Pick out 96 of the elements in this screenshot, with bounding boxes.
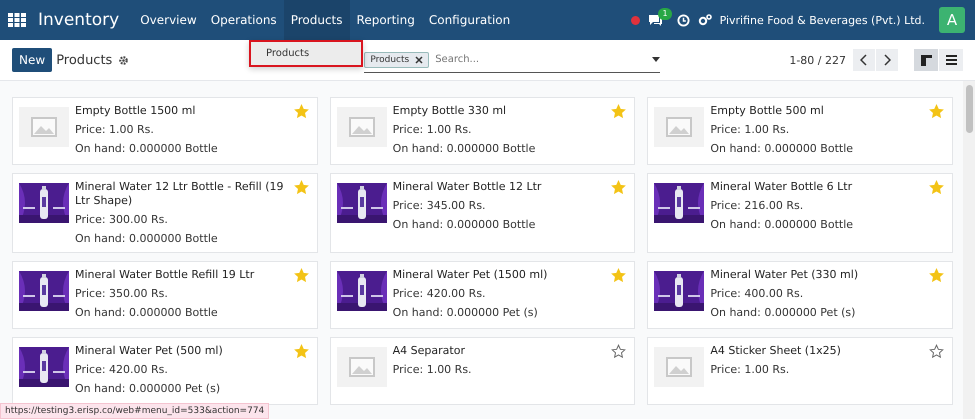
search-field[interactable]: Products Search... [364, 48, 660, 72]
list-icon [946, 55, 956, 65]
product-stock: On hand: 0.000000 Bottle [710, 218, 854, 232]
breadcrumb: Products [56, 52, 112, 68]
close-icon[interactable] [415, 56, 424, 64]
next-button[interactable] [876, 49, 898, 71]
product-name: Empty Bottle 1500 ml [75, 104, 196, 118]
list-view-button[interactable] [939, 49, 963, 71]
product-price: Price: 1.00 Rs. [710, 123, 790, 137]
product-name: A4 Sticker Sheet (1x25) [710, 344, 842, 358]
product-name: Mineral Water Bottle 6 Ltr [710, 180, 854, 194]
product-card[interactable]: Mineral Water Pet (330 ml) Price: 400.00 Rs. On hand: 0.000000 Pet (s) [647, 261, 953, 329]
kanban-icon [920, 54, 932, 66]
product-name: Mineral Water Pet (500 ml) [75, 344, 224, 358]
scrollbar[interactable] [963, 81, 975, 419]
product-name: Mineral Water Bottle Refill 19 Ltr [75, 268, 256, 282]
menu-item[interactable]: Products [284, 0, 350, 40]
menu-item[interactable]: Operations [204, 0, 284, 40]
caret-icon[interactable] [652, 57, 660, 62]
product-card[interactable]: A4 Sticker Sheet (1x25) Price: 1.00 Rs. [647, 337, 953, 405]
star-icon[interactable] [294, 344, 309, 359]
pager: 1-80 / 227 [789, 54, 846, 66]
star-icon[interactable] [928, 104, 944, 119]
product-card[interactable]: Empty Bottle 1500 ml Price: 1.00 Rs. On hand: 0.000000 Bottle [12, 97, 318, 165]
product-price: Price: 350.00 Rs. [75, 287, 169, 301]
chevron-left-icon [860, 54, 868, 66]
product-card[interactable]: Mineral Water Bottle 12 Ltr Price: 345.00 Rs. On hand: 0.000000 Bottle [330, 173, 636, 253]
menu-item[interactable]: Overview [133, 0, 204, 40]
product-stock: On hand: 0.000000 Bottle [392, 142, 536, 156]
product-stock: On hand: 0.000000 Bottle [710, 142, 854, 156]
product-stock: On hand: 0.000000 Pet (s) [392, 306, 539, 320]
product-card[interactable]: Mineral Water Pet (500 ml) Price: 420.00 Rs. On hand: 0.000000 Pet (s) [12, 337, 318, 405]
star-icon[interactable] [611, 180, 626, 195]
product-stock: On hand: 0.000000 Bottle [75, 232, 219, 246]
product-card[interactable]: Mineral Water Pet (1500 ml) Price: 420.00 Rs. On hand: 0.000000 Pet (s) [330, 261, 636, 329]
kanban-view-button[interactable] [914, 49, 938, 71]
image-placeholder-icon [666, 357, 692, 377]
product-card[interactable]: Empty Bottle 500 ml Price: 1.00 Rs. On hand: 0.000000 Bottle [647, 97, 953, 165]
dropdown-item[interactable]: Products [249, 40, 363, 67]
image-placeholder-icon [31, 117, 57, 137]
product-price: Price: 420.00 Rs. [392, 287, 487, 301]
star-icon[interactable] [611, 344, 626, 359]
facet-label: Products [370, 54, 410, 64]
chat-icon[interactable] [648, 14, 663, 26]
star-icon[interactable] [294, 268, 309, 283]
previous-button[interactable] [853, 49, 875, 71]
product-price: Price: 420.00 Rs. [75, 363, 169, 377]
image-placeholder-icon [348, 357, 375, 377]
chevron-right-icon [883, 54, 891, 66]
menu-item[interactable]: Reporting [350, 0, 422, 40]
clock-icon[interactable] [676, 14, 690, 26]
product-price: Price: 1.00 Rs. [392, 363, 473, 377]
status-url: https://testing3.erisp.co/web#menu_id=533&action=774 [0, 403, 270, 419]
company-name[interactable]: Pivrifine Food & Beverages (Pvt.) Ltd. [720, 14, 925, 26]
product-price: Price: 300.00 Rs. [75, 213, 169, 227]
product-stock: On hand: 0.000000 Bottle [392, 218, 536, 232]
product-name: Mineral Water Pet (330 ml) [710, 268, 860, 282]
product-card[interactable]: Empty Bottle 330 ml Price: 1.00 Rs. On hand: 0.000000 Bottle [330, 97, 636, 165]
star-icon[interactable] [611, 268, 626, 283]
gears-icon[interactable] [698, 14, 712, 26]
product-card[interactable]: Mineral Water Bottle Refill 19 Ltr Price: 350.00 Rs. On hand: 0.000000 Bottle [12, 261, 318, 329]
product-name: A4 Separator [392, 344, 466, 358]
star-icon[interactable] [294, 104, 309, 119]
product-name: Empty Bottle 500 ml [710, 104, 825, 118]
star-icon[interactable] [611, 104, 626, 119]
product-card[interactable]: Mineral Water 12 Ltr Bottle - Refill (19 Ltr Shape) Price: 300.00 Rs. On hand: 0.000000 Bottle [12, 173, 318, 253]
apps-menu-icon[interactable] [8, 13, 26, 27]
product-stock: On hand: 0.000000 Bottle [75, 142, 219, 156]
star-icon[interactable] [928, 344, 944, 359]
product-name: Mineral Water Pet (1500 ml) [392, 268, 548, 282]
product-stock: On hand: 0.000000 Pet (s) [710, 306, 856, 320]
product-stock: On hand: 0.000000 Pet (s) [75, 382, 222, 396]
product-name: Mineral Water Bottle 12 Ltr [392, 180, 542, 194]
product-name: Empty Bottle 330 ml [392, 104, 508, 118]
star-icon[interactable] [928, 180, 944, 195]
product-price: Price: 400.00 Rs. [710, 287, 804, 301]
product-price: Price: 1.00 Rs. [75, 123, 155, 137]
product-stock: On hand: 0.000000 Bottle [75, 306, 219, 320]
search-facet[interactable]: Products [364, 52, 430, 68]
product-card[interactable]: Mineral Water Bottle 6 Ltr Price: 216.00 Rs. On hand: 0.000000 Bottle [647, 173, 953, 253]
image-placeholder-icon [348, 117, 375, 137]
status-dot-icon [630, 16, 640, 24]
product-price: Price: 1.00 Rs. [710, 363, 790, 377]
product-card[interactable]: A4 Separator Price: 1.00 Rs. [330, 337, 636, 405]
product-price: Price: 345.00 Rs. [392, 199, 487, 213]
image-placeholder-icon [666, 117, 692, 137]
menu-item[interactable]: Configuration [422, 0, 518, 40]
message-count-badge: 1 [658, 8, 672, 20]
app-name[interactable]: Inventory [38, 10, 120, 30]
new-button[interactable]: New [12, 48, 52, 72]
star-icon[interactable] [928, 268, 944, 283]
settings-icon[interactable] [118, 54, 130, 66]
product-name: Mineral Water 12 Ltr Bottle - Refill (19 Ltr Shape) [75, 180, 285, 208]
product-price: Price: 1.00 Rs. [392, 123, 473, 137]
product-price: Price: 216.00 Rs. [710, 199, 804, 213]
star-icon[interactable] [294, 180, 309, 195]
